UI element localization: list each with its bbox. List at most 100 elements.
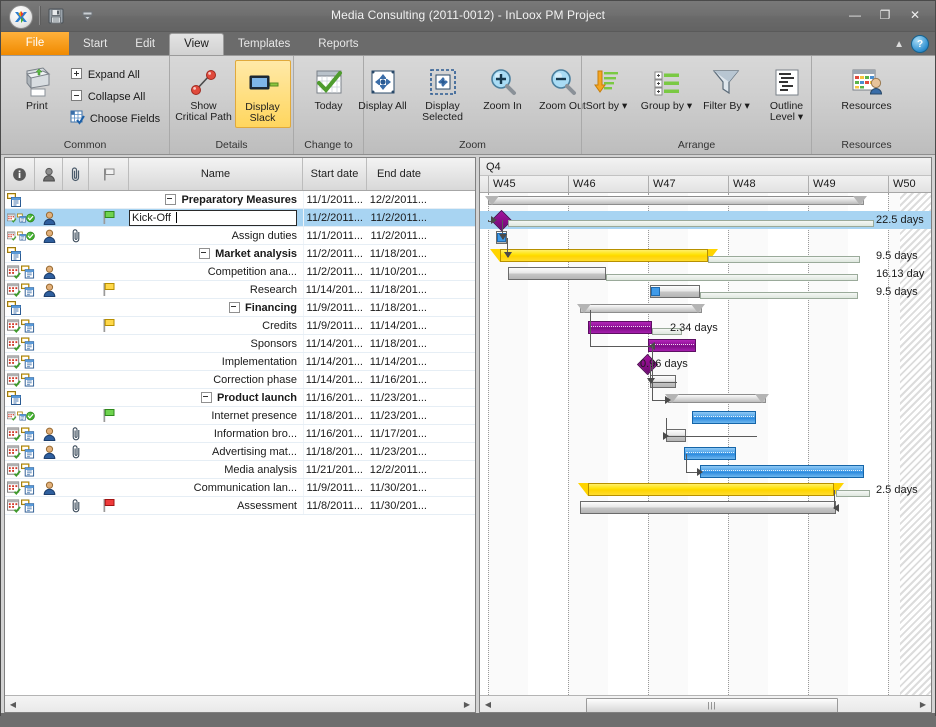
product-launch-bar[interactable] <box>668 394 766 403</box>
row-name-cell[interactable]: Assign duties <box>129 227 303 244</box>
maximize-button[interactable]: ❐ <box>871 5 899 25</box>
header-end-date-column[interactable]: End date <box>367 158 431 190</box>
row-start-date-cell[interactable]: 11/18/201... <box>303 443 367 460</box>
table-row[interactable]: Advertising mat... 11/18/201... 11/23/201.… <box>5 443 475 461</box>
row-start-date-cell[interactable]: 11/14/201... <box>303 353 367 370</box>
row-name-cell[interactable]: Kick-Off <box>129 209 303 226</box>
filter-by-button[interactable]: Filter By ▾ <box>697 60 757 115</box>
table-row[interactable]: Research 11/14/201... 11/18/201... <box>5 281 475 299</box>
row-name-cell[interactable]: Communication lan... <box>129 479 303 496</box>
row-end-date-cell[interactable]: 11/2/2011... <box>367 209 431 226</box>
display-selected-button[interactable]: Display Selected <box>413 60 473 126</box>
row-start-date-cell[interactable]: 11/2/2011... <box>303 263 367 280</box>
zoom-in-button[interactable]: Zoom In <box>473 60 533 115</box>
table-row[interactable]: Market analysis 11/2/2011... 11/18/201... <box>5 245 475 263</box>
row-name-cell[interactable]: Internet presence <box>129 407 303 424</box>
header-start-date-column[interactable]: Start date <box>303 158 367 190</box>
assessment-bar[interactable] <box>580 501 836 514</box>
resources-button[interactable]: Resources <box>831 60 903 115</box>
preparatory-measures-bar[interactable] <box>488 196 864 205</box>
table-row[interactable]: Product launch 11/16/201... 11/23/201... <box>5 389 475 407</box>
table-row[interactable]: Assign duties 11/1/2011... 11/2/2011... <box>5 227 475 245</box>
row-name-cell[interactable]: Assessment <box>129 497 303 514</box>
gantt-scroll-right-button[interactable]: ▶ <box>915 697 931 712</box>
table-row[interactable]: Preparatory Measures 11/1/2011... 12/2/201… <box>5 191 475 209</box>
table-row[interactable]: Competition ana... 11/2/2011... 11/10/201.… <box>5 263 475 281</box>
table-row[interactable]: Kick-Off 11/2/2011... 11/2/2011... <box>5 209 475 227</box>
row-end-date-cell[interactable]: 12/2/2011... <box>367 461 431 478</box>
row-end-date-cell[interactable]: 11/23/201... <box>367 443 431 460</box>
row-end-date-cell[interactable]: 11/18/201... <box>367 299 431 316</box>
tab-reports[interactable]: Reports <box>304 34 372 55</box>
grid-scroll-right-button[interactable]: ▶ <box>459 697 475 712</box>
expand-all-button[interactable]: Expand All <box>67 64 163 86</box>
header-attachment-column[interactable] <box>63 158 89 190</box>
name-edit-box[interactable]: Kick-Off <box>129 209 297 226</box>
row-name-cell[interactable]: Advertising mat... <box>129 443 303 460</box>
grid-scroll-left-button[interactable]: ◀ <box>5 697 21 712</box>
market-analysis-bar[interactable] <box>500 249 708 262</box>
gantt-scroll-thumb[interactable]: ||| <box>586 697 838 712</box>
table-row[interactable]: Communication lan... 11/9/2011... 11/30/20… <box>5 479 475 497</box>
table-row[interactable]: Internet presence 11/18/201... 11/23/201..… <box>5 407 475 425</box>
row-start-date-cell[interactable]: 11/9/2011... <box>303 317 367 334</box>
grid-hscrollbar[interactable]: ◀ ▶ <box>5 695 475 712</box>
outline-level-button[interactable]: Outline Level ▾ <box>757 60 817 126</box>
tab-edit[interactable]: Edit <box>121 34 169 55</box>
row-start-date-cell[interactable]: 11/14/201... <box>303 335 367 352</box>
header-info-column[interactable] <box>5 158 35 190</box>
grid-scroll-track[interactable] <box>21 697 459 712</box>
row-end-date-cell[interactable]: 11/2/2011... <box>367 227 431 244</box>
row-end-date-cell[interactable]: 12/2/2011... <box>367 191 431 208</box>
row-name-cell[interactable]: Competition ana... <box>129 263 303 280</box>
row-name-cell[interactable]: Research <box>129 281 303 298</box>
row-expander[interactable] <box>199 248 211 260</box>
collapse-ribbon-icon[interactable]: ▲ <box>894 39 904 50</box>
display-slack-button[interactable]: Display Slack <box>234 60 291 128</box>
minimize-button[interactable]: — <box>841 5 869 25</box>
row-start-date-cell[interactable]: 11/16/201... <box>303 389 367 406</box>
tab-file[interactable]: File <box>1 32 69 55</box>
communication-plan-bar[interactable] <box>588 483 834 496</box>
header-name-column[interactable]: Name <box>129 158 303 190</box>
display-all-button[interactable]: Display All <box>353 60 413 115</box>
collapse-all-button[interactable]: Collapse All <box>67 86 163 108</box>
row-end-date-cell[interactable]: 11/18/201... <box>367 245 431 262</box>
row-end-date-cell[interactable]: 11/14/201... <box>367 353 431 370</box>
row-start-date-cell[interactable]: 11/14/201... <box>303 371 367 388</box>
table-row[interactable]: Media analysis 11/21/201... 12/2/2011... <box>5 461 475 479</box>
table-row[interactable]: Sponsors 11/14/201... 11/18/201... <box>5 335 475 353</box>
row-name-cell[interactable]: Product launch <box>129 389 303 406</box>
row-name-cell[interactable]: Information bro... <box>129 425 303 442</box>
row-expander[interactable] <box>229 302 241 314</box>
row-start-date-cell[interactable]: 11/8/2011... <box>303 497 367 514</box>
row-end-date-cell[interactable]: 11/30/201... <box>367 497 431 514</box>
show-critical-path-button[interactable]: Show Critical Path <box>173 60 235 126</box>
row-name-cell[interactable]: Preparatory Measures <box>129 191 303 208</box>
table-row[interactable]: Information bro... 11/16/201... 11/17/201.… <box>5 425 475 443</box>
tab-templates[interactable]: Templates <box>224 34 304 55</box>
table-row[interactable]: Financing 11/9/2011... 11/18/201... <box>5 299 475 317</box>
close-button[interactable]: ✕ <box>901 5 929 25</box>
row-name-cell[interactable]: Market analysis <box>129 245 303 262</box>
row-end-date-cell[interactable]: 11/23/201... <box>367 407 431 424</box>
row-start-date-cell[interactable]: 11/2/2011... <box>303 245 367 262</box>
row-name-cell[interactable]: Media analysis <box>129 461 303 478</box>
row-start-date-cell[interactable]: 11/1/2011... <box>303 227 367 244</box>
row-end-date-cell[interactable]: 11/17/201... <box>367 425 431 442</box>
choose-fields-button[interactable]: Choose Fields <box>67 108 163 130</box>
row-start-date-cell[interactable]: 11/18/201... <box>303 407 367 424</box>
row-start-date-cell[interactable]: 11/9/2011... <box>303 479 367 496</box>
row-start-date-cell[interactable]: 11/9/2011... <box>303 299 367 316</box>
row-end-date-cell[interactable]: 11/16/201... <box>367 371 431 388</box>
row-start-date-cell[interactable]: 11/21/201... <box>303 461 367 478</box>
row-end-date-cell[interactable]: 11/18/201... <box>367 281 431 298</box>
row-expander[interactable] <box>200 392 212 404</box>
row-name-cell[interactable]: Implementation <box>129 353 303 370</box>
gantt-scroll-track[interactable]: ||| <box>496 697 915 712</box>
row-name-cell[interactable]: Credits <box>129 317 303 334</box>
header-flag-column[interactable] <box>89 158 129 190</box>
tab-view[interactable]: View <box>169 33 224 55</box>
sort-by-button[interactable]: Sort by ▾ <box>577 60 637 115</box>
competition-analysis-bar[interactable] <box>508 267 606 280</box>
